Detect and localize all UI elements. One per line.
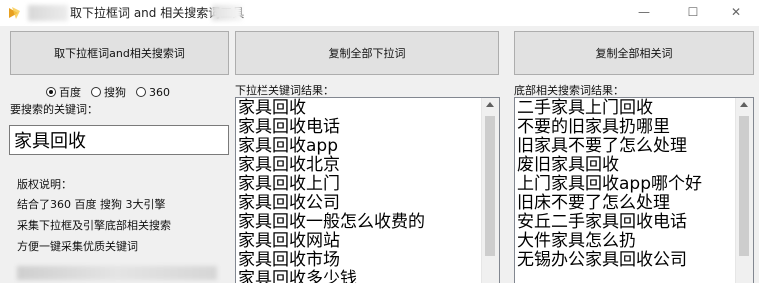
- title-redacted-blur-2: [212, 5, 242, 21]
- copyright-title: 版权说明：: [17, 178, 72, 191]
- fetch-keywords-button[interactable]: 取下拉框词and相关搜索词: [10, 31, 229, 75]
- related-result-item: 旧家具不要了怎么处理: [517, 136, 687, 156]
- radio-baidu[interactable]: 百度: [46, 84, 81, 100]
- dropdown-result-item: 家具回收电话: [238, 117, 340, 137]
- close-button[interactable]: ✕: [713, 0, 759, 26]
- dropdown-result-item: 家具回收一般怎么收费的: [238, 212, 425, 232]
- radio-label-sogou: 搜狗: [104, 86, 126, 99]
- dropdown-result-item: 家具回收网站: [238, 231, 340, 251]
- related-results-label: 底部相关搜索词结果：: [514, 84, 624, 97]
- dropdown-result-item: 家具回收市场: [238, 250, 340, 270]
- radio-sogou[interactable]: 搜狗: [91, 84, 126, 100]
- related-results-textarea[interactable]: 二手家具上门回收 不要的旧家具扔哪里 旧家具不要了怎么处理 废旧家具回收 上门家…: [514, 97, 754, 283]
- copyright-line-2: 采集下拉框及引擎底部相关搜索: [17, 219, 171, 232]
- related-result-item: 废旧家具回收: [517, 155, 619, 175]
- title-bar[interactable]: 取下拉框词 and 相关搜索词工具 — ☐ ✕: [0, 0, 759, 26]
- related-result-item: 大件家具怎么扔: [517, 231, 636, 251]
- radio-indicator-selected: [46, 87, 56, 97]
- copy-related-button[interactable]: 复制全部相关词: [514, 31, 754, 75]
- copyright-line-3: 方便一键采集优质关键词: [17, 240, 138, 253]
- radio-360[interactable]: 360: [136, 86, 170, 99]
- engine-radio-group: 百度 搜狗 360: [46, 84, 180, 100]
- maximize-button[interactable]: ☐: [670, 0, 716, 26]
- dropdown-result-item: 家具回收公司: [238, 193, 340, 213]
- keyword-input[interactable]: [9, 125, 229, 155]
- minimize-button[interactable]: —: [621, 0, 667, 26]
- dropdown-results-textarea[interactable]: 家具回收 家具回收电话 家具回收app 家具回收北京 家具回收上门 家具回收公司…: [235, 97, 500, 283]
- keyword-label: 要搜索的关键词：: [10, 103, 98, 116]
- dropdown-result-item: 家具回收: [238, 98, 306, 118]
- radio-indicator: [136, 87, 146, 97]
- scroll-up-arrow-icon[interactable]: [486, 102, 494, 107]
- dropdown-result-item: 家具回收上门: [238, 174, 340, 194]
- related-result-item: 二手家具上门回收: [517, 98, 653, 118]
- dropdown-result-item: 家具回收多少钱: [238, 269, 357, 283]
- dropdown-result-item: 家具回收北京: [238, 155, 340, 175]
- scroll-thumb[interactable]: [485, 116, 495, 256]
- app-icon: [9, 7, 20, 19]
- dropdown-scrollbar[interactable]: [481, 98, 499, 283]
- title-redacted-blur: [28, 5, 68, 21]
- scroll-up-arrow-icon[interactable]: [740, 102, 748, 107]
- dropdown-results-label: 下拉栏关键词结果：: [235, 84, 334, 97]
- scroll-thumb[interactable]: [739, 116, 749, 256]
- app-window: 取下拉框词 and 相关搜索词工具 — ☐ ✕ 取下拉框词and相关搜索词 复制…: [0, 0, 759, 283]
- related-result-item: 无锡办公家具回收公司: [517, 250, 687, 270]
- related-result-item: 旧床不要了怎么处理: [517, 193, 670, 213]
- related-result-item: 上门家具回收app哪个好: [517, 174, 702, 194]
- radio-indicator: [91, 87, 101, 97]
- radio-label-360: 360: [149, 85, 170, 99]
- copyright-line-1: 结合了360 百度 搜狗 3大引擎: [17, 198, 166, 211]
- redacted-text-blur: [17, 266, 217, 280]
- copy-dropdown-button[interactable]: 复制全部下拉词: [235, 31, 499, 75]
- dropdown-result-item: 家具回收app: [238, 136, 338, 156]
- radio-label-baidu: 百度: [59, 86, 81, 99]
- related-result-item: 不要的旧家具扔哪里: [517, 117, 670, 137]
- related-scrollbar[interactable]: [735, 98, 753, 283]
- related-result-item: 安丘二手家具回收电话: [517, 212, 687, 232]
